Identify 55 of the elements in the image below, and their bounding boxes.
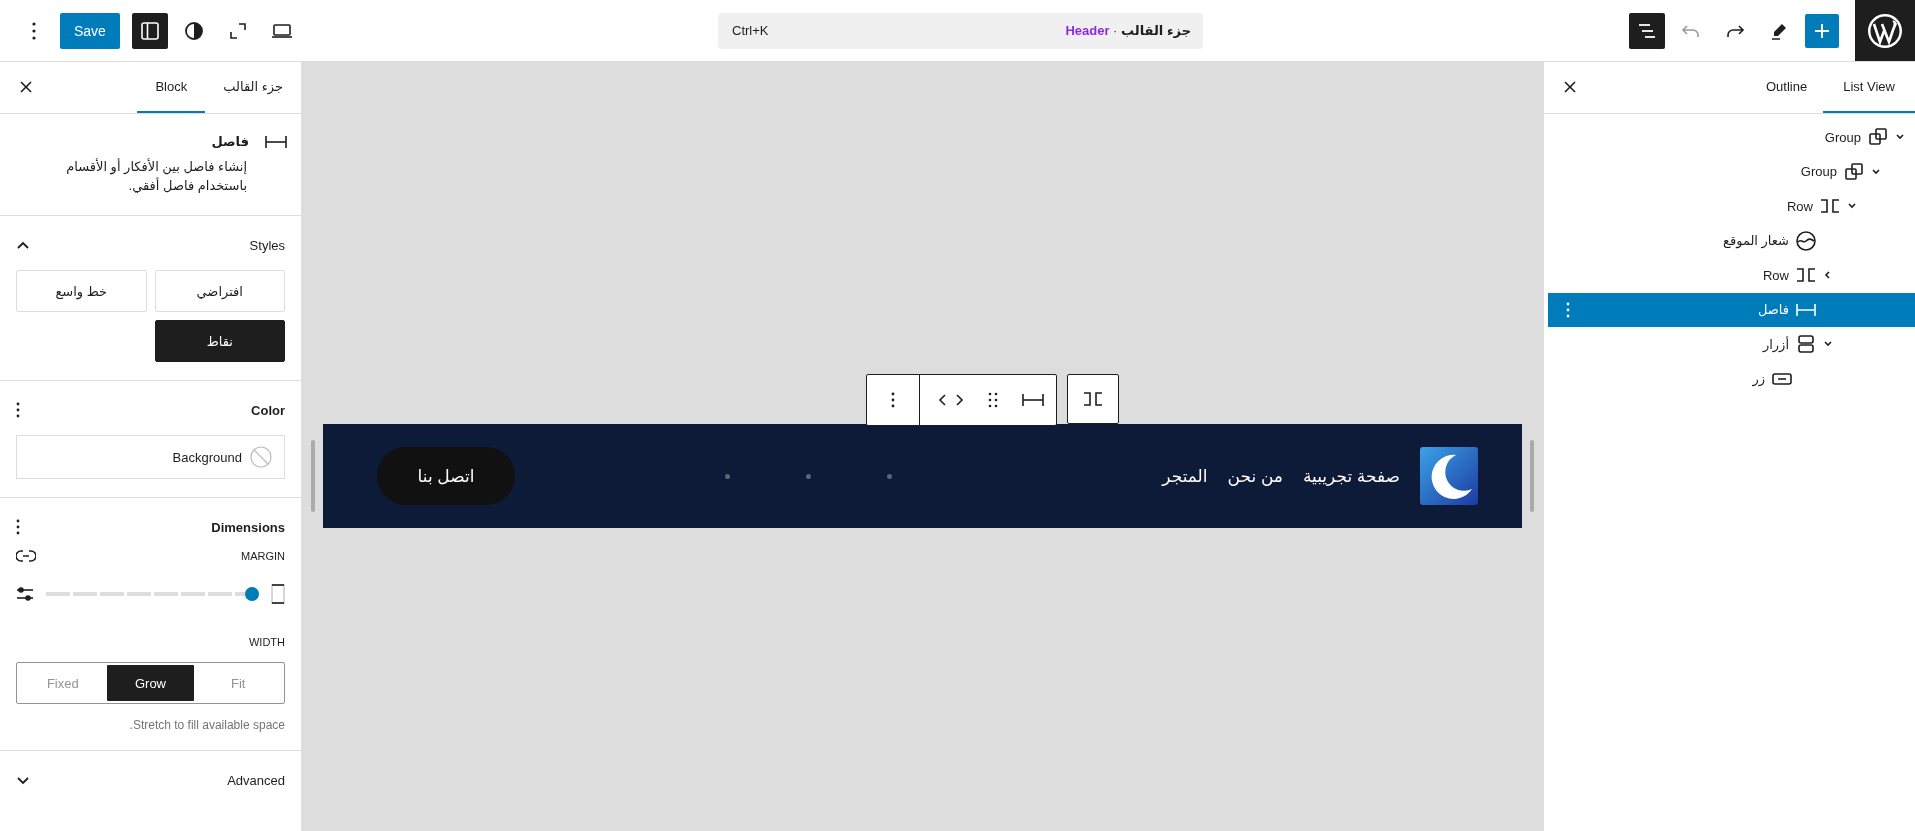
panel-tab[interactable]: List View [1823,62,1915,113]
options-icon[interactable] [16,519,20,535]
width-label: WIDTH [247,636,285,648]
group-icon [1843,160,1865,183]
list-view-item[interactable]: Row [1548,189,1915,224]
style-option[interactable]: خط واسع [16,270,147,312]
panel-tab[interactable]: Outline [1750,62,1824,113]
settings-icon[interactable] [16,586,34,602]
list-view-item[interactable]: Row [1548,258,1915,293]
slider-thumb[interactable] [245,587,259,601]
add-block-icon[interactable] [1805,13,1839,48]
nav-link[interactable]: صفحة تجريبية [1302,465,1400,487]
resize-handle[interactable] [311,440,315,512]
margin-slider[interactable] [46,587,259,601]
separator-icon [265,135,287,148]
buttons-icon [1795,333,1817,356]
block-title: فاصل [211,134,249,149]
section-title: Advanced [227,772,285,788]
section-title: Color [251,402,285,418]
section-title: Styles [249,237,285,253]
link-icon[interactable] [16,550,36,562]
panel-tab[interactable]: جزء القالب [205,62,301,113]
style-option[interactable]: نقاط [154,320,285,362]
sidebar-toggle-icon[interactable] [131,12,168,49]
wordpress-logo-icon[interactable] [1855,0,1915,61]
block-description: إنشاء فاصل بين الأفكار أو الأقسام باستخدام فاصل أفقي. [65,157,247,195]
style-option[interactable]: افتراضي [154,270,285,312]
resize-handle[interactable] [1530,440,1534,512]
chevron-down-icon[interactable] [16,775,30,785]
help-text: Stretch to fill available space. [128,718,285,732]
nav-link[interactable]: من نحن [1227,465,1283,487]
margin-box-icon [271,584,285,604]
list-view-item[interactable]: زر [1548,361,1915,396]
no-color-icon [250,446,272,468]
site-logo[interactable] [1420,447,1478,505]
list-view-item[interactable]: أزرار [1548,327,1915,362]
margin-label: MARGIN [241,550,285,562]
list-view-item[interactable]: Group [1548,154,1915,189]
background-color-button[interactable]: Background [16,435,285,479]
save-button[interactable]: Save [60,12,120,49]
list-view-item[interactable]: Group [1548,120,1915,155]
row-parent-icon[interactable] [1067,374,1119,424]
chevron-left-icon[interactable] [1823,270,1833,281]
logo-icon [1795,229,1817,252]
chevron-up-icon[interactable] [16,240,30,250]
panel-tab[interactable]: Block [137,62,206,113]
list-view-icon[interactable] [1629,12,1665,49]
contact-button[interactable]: اتصل بنا [377,447,515,505]
chevron-down-icon[interactable] [1871,166,1881,177]
options-icon[interactable] [16,402,20,418]
section-title: Dimensions [211,519,285,535]
list-view-item[interactable]: شعار الموقع [1548,223,1915,258]
list-view-item[interactable]: فاصل [1548,292,1915,327]
width-option[interactable]: Grow [106,665,195,701]
nav-link[interactable]: المتجر [1162,465,1208,487]
